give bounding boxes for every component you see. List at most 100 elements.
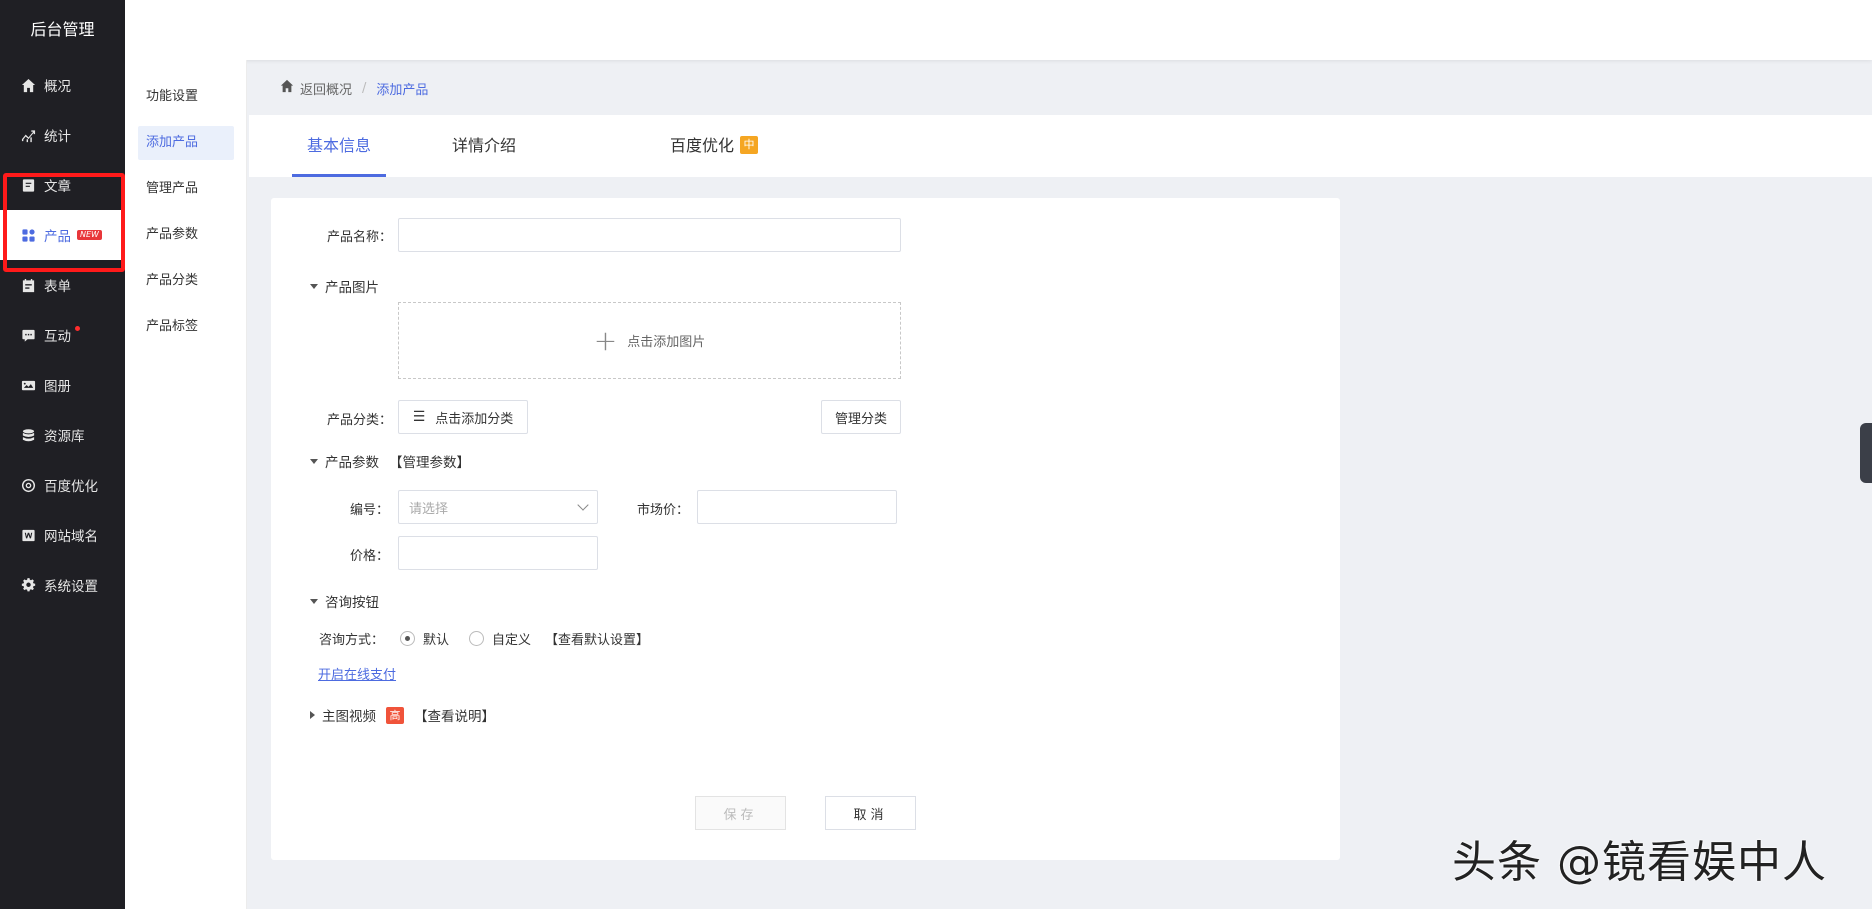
side-panel-handle[interactable] (1860, 423, 1872, 483)
product-image-section[interactable]: 产品图片 (310, 276, 379, 296)
watermark-text: 头条 @镜看娱中人 (1452, 837, 1827, 888)
submenu-item-add-product[interactable]: 添加产品 (138, 126, 234, 160)
caret-down-icon (310, 283, 318, 289)
section-title: 产品参数 (325, 455, 379, 471)
sidebar-item-label: 图册 (44, 379, 71, 395)
sidebar-item-seo[interactable]: 百度优化 (0, 460, 125, 510)
sidebar-item-label: 系统设置 (44, 579, 98, 595)
chat-icon (20, 327, 36, 343)
sidebar-item-label: 文章 (44, 179, 71, 195)
database-icon (20, 427, 36, 443)
notification-dot (75, 326, 80, 331)
product-form-card: 产品名称： 产品图片 + 点击添加图片 产品分类： ☰ 点击添加分类 管理分类 … (271, 198, 1340, 860)
caret-down-icon (310, 598, 318, 604)
tab-label: 百度优化 (669, 136, 734, 155)
tab-detail[interactable]: 详情介绍 (429, 115, 539, 177)
code-label: 编号： (350, 503, 390, 518)
manage-params-link[interactable]: 【管理参数】 (389, 451, 470, 471)
button-label: 点击添加分类 (435, 411, 514, 427)
sidebar-item-label: 概况 (44, 79, 71, 95)
radio-custom-label[interactable]: 自定义 (492, 629, 531, 648)
new-badge: NEW (77, 230, 102, 240)
submenu-item-product-tags[interactable]: 产品标签 (138, 310, 234, 344)
submenu-item-product-category[interactable]: 产品分类 (138, 264, 234, 298)
chevron-down-icon (577, 499, 589, 511)
main-sidebar: 后台管理 概况 统计 文章 产品 NEW 表单 互动 图册 资源库 百度优化 网… (0, 0, 125, 909)
product-tabs: 基本信息 详情介绍 百度优化中 (249, 115, 1872, 177)
sidebar-item-overview[interactable]: 概况 (0, 60, 125, 110)
caret-down-icon (310, 458, 318, 464)
video-level-badge: 高 (386, 706, 404, 724)
section-title: 主图视频 (322, 709, 376, 725)
sidebar-item-label: 网站域名 (44, 529, 98, 545)
upload-text: 点击添加图片 (627, 335, 706, 350)
submenu-item-feature-settings[interactable]: 功能设置 (138, 80, 234, 114)
consult-button-section[interactable]: 咨询按钮 (310, 591, 379, 611)
add-category-button[interactable]: ☰ 点击添加分类 (398, 400, 528, 434)
top-header-bar (125, 0, 1872, 60)
plus-icon: + (593, 323, 618, 357)
form-icon (20, 277, 36, 293)
home-icon (20, 77, 36, 93)
enable-online-payment-link[interactable]: 开启在线支付 (318, 664, 396, 683)
article-icon (20, 177, 36, 193)
breadcrumb: 返回概况 / 添加产品 (280, 78, 428, 98)
sidebar-item-label: 表单 (44, 279, 71, 295)
caret-right-icon (310, 711, 315, 719)
sidebar-item-domain[interactable]: 网站域名 (0, 510, 125, 560)
sidebar-item-album[interactable]: 图册 (0, 360, 125, 410)
view-description-link[interactable]: 【查看说明】 (414, 705, 495, 725)
save-button[interactable]: 保存 (695, 796, 786, 830)
code-select[interactable]: 请选择 (398, 490, 598, 524)
manage-category-button[interactable]: 管理分类 (821, 400, 901, 434)
product-submenu: 功能设置 添加产品 管理产品 产品参数 产品分类 产品标签 (125, 60, 247, 909)
sidebar-item-product[interactable]: 产品 NEW (0, 210, 125, 260)
sidebar-item-interaction[interactable]: 互动 (0, 310, 125, 360)
seo-level-badge: 中 (740, 135, 758, 154)
home-icon[interactable] (280, 79, 300, 97)
product-name-input[interactable] (398, 218, 901, 252)
market-price-input[interactable] (697, 490, 897, 524)
price-label: 价格： (350, 549, 390, 564)
sidebar-item-stats[interactable]: 统计 (0, 110, 125, 160)
radio-default-label[interactable]: 默认 (423, 629, 449, 648)
gear-icon (20, 577, 36, 593)
consult-method-label: 咨询方式： (319, 633, 385, 648)
select-placeholder: 请选择 (409, 501, 449, 517)
breadcrumb-current: 添加产品 (376, 82, 429, 98)
consult-method-row: 咨询方式： 默认 自定义 【查看默认设置】 (319, 629, 649, 648)
radio-default[interactable] (400, 631, 416, 646)
sidebar-item-label: 资源库 (44, 429, 85, 445)
product-name-label: 产品名称： (327, 230, 393, 245)
sidebar-item-label: 百度优化 (44, 479, 98, 495)
sidebar-item-article[interactable]: 文章 (0, 160, 125, 210)
radio-custom[interactable] (469, 631, 485, 646)
view-default-settings-link[interactable]: 【查看默认设置】 (545, 629, 649, 648)
product-params-section[interactable]: 产品参数 【管理参数】 (310, 451, 470, 471)
breadcrumb-back-link[interactable]: 返回概况 (300, 79, 352, 98)
product-category-label: 产品分类： (327, 413, 393, 428)
product-icon (20, 227, 36, 243)
tab-seo[interactable]: 百度优化中 (644, 115, 784, 177)
main-video-section[interactable]: 主图视频 高 【查看说明】 (310, 705, 495, 725)
list-icon: ☰ (412, 409, 426, 425)
sidebar-item-resources[interactable]: 资源库 (0, 410, 125, 460)
sidebar-item-label: 统计 (44, 129, 71, 145)
sidebar-item-settings[interactable]: 系统设置 (0, 560, 125, 610)
submenu-item-product-params[interactable]: 产品参数 (138, 218, 234, 252)
tab-label: 详情介绍 (451, 136, 516, 155)
sidebar-item-form[interactable]: 表单 (0, 260, 125, 310)
domain-icon (20, 527, 36, 543)
tab-basic-info[interactable]: 基本信息 (292, 115, 386, 177)
section-title: 产品图片 (325, 280, 379, 296)
image-upload-area[interactable]: + 点击添加图片 (398, 302, 901, 379)
cancel-button[interactable]: 取消 (825, 796, 916, 830)
price-input[interactable] (398, 536, 598, 570)
submenu-item-manage-products[interactable]: 管理产品 (138, 172, 234, 206)
stats-icon (20, 127, 36, 143)
market-price-label: 市场价： (637, 503, 690, 518)
sidebar-item-label: 互动 (44, 329, 71, 345)
seo-icon (20, 477, 36, 493)
album-icon (20, 377, 36, 393)
sidebar-item-label: 产品 (44, 229, 71, 245)
